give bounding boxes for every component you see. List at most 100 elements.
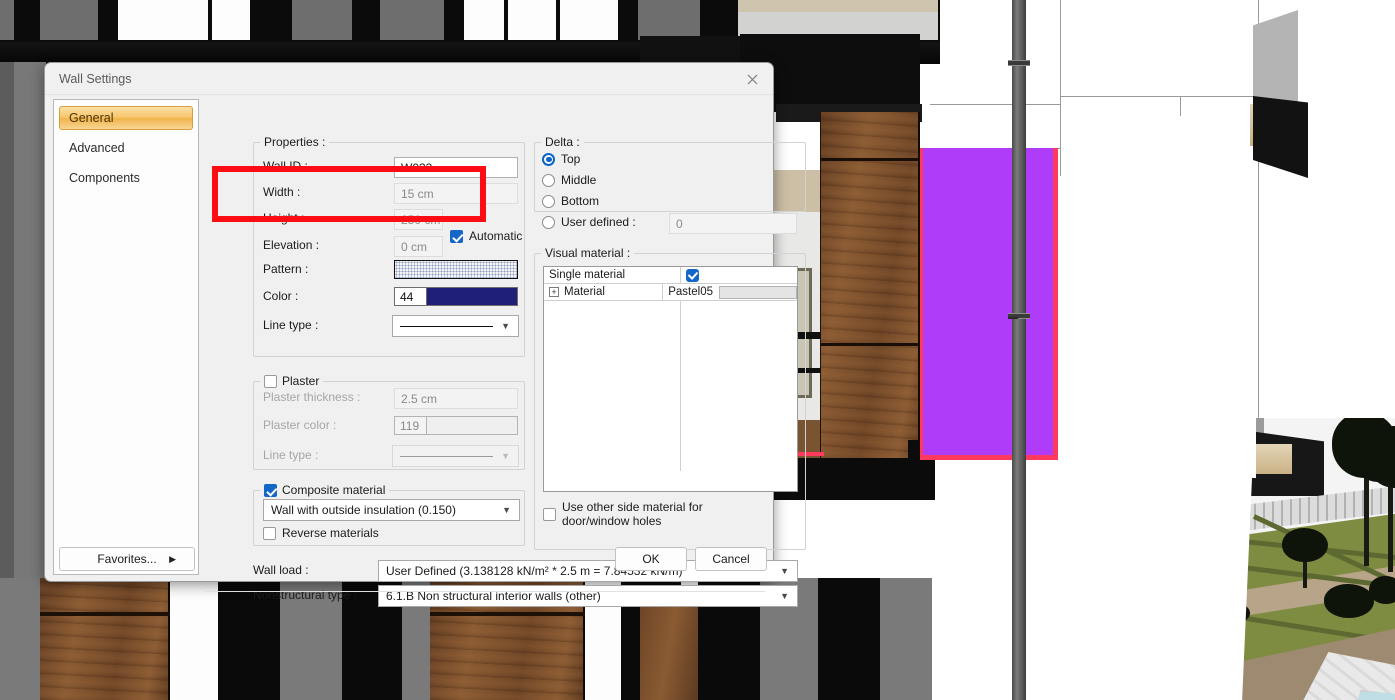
automatic-label: Automatic <box>469 229 523 243</box>
delta-option-top[interactable]: Top <box>542 152 580 166</box>
dimension-tick <box>1008 317 1018 319</box>
height-row: Height : <box>263 211 393 225</box>
structural-post <box>1012 0 1026 700</box>
cabinet-seam <box>820 343 920 346</box>
elevation-row: Elevation : <box>263 238 393 252</box>
table-row[interactable]: Single material <box>544 267 797 284</box>
composite-material-select[interactable]: Wall with outside insulation (0.150) ▼ <box>263 499 520 521</box>
expand-plus-icon[interactable]: + <box>549 287 559 297</box>
cancel-label: Cancel <box>712 552 750 566</box>
selection-outline-left <box>920 148 923 460</box>
sidebar-item-components[interactable]: Components <box>59 166 193 190</box>
height-field: 250 cm <box>394 209 443 230</box>
material-browse-button[interactable] <box>719 285 797 299</box>
plaster-checkbox[interactable] <box>264 374 277 388</box>
plaster-line-type-row: Line type : <box>263 448 393 462</box>
material-value-text: Pastel05 <box>668 286 713 298</box>
ok-button[interactable]: OK <box>615 547 687 571</box>
automatic-checkbox-row[interactable]: Automatic <box>450 229 522 243</box>
material-row-value[interactable]: Pastel05 <box>663 284 797 300</box>
delta-option-middle[interactable]: Middle <box>542 173 596 187</box>
plaster-legend-row[interactable]: Plaster <box>264 374 319 388</box>
cabinet-column <box>820 112 920 472</box>
pattern-row: Pattern : <box>263 262 393 276</box>
footer-divider <box>205 591 765 592</box>
sidebar-item-label: Components <box>69 171 140 185</box>
delta-legend: Delta : <box>545 135 580 149</box>
automatic-checkbox[interactable] <box>450 229 463 243</box>
settings-content: Properties : Wall ID : W033 Width : 15 c… <box>205 99 806 607</box>
dialog-title: Wall Settings <box>59 72 132 86</box>
chevron-down-icon: ▼ <box>780 566 789 576</box>
wall-settings-dialog[interactable]: Wall Settings General Advanced Component… <box>44 62 806 607</box>
line-type-select[interactable]: ▼ <box>392 315 519 337</box>
delta-user-defined-field: 0 <box>669 213 797 234</box>
nonstructural-type-select[interactable]: 6.1.B Non structural interior walls (oth… <box>378 585 798 607</box>
settings-nav-list[interactable]: General Advanced Components <box>53 99 199 575</box>
selection-outline-right <box>1053 148 1058 460</box>
plaster-color-swatch <box>427 417 517 434</box>
other-side-material-checkbox[interactable] <box>543 507 556 521</box>
height-value: 250 cm <box>401 212 441 227</box>
cabinet-seam <box>820 158 920 161</box>
edge-line <box>1060 96 1260 97</box>
material-row-name-cell[interactable]: + Material <box>544 284 664 300</box>
radio-middle[interactable] <box>542 173 555 187</box>
composite-legend-row[interactable]: Composite material <box>264 483 385 497</box>
reverse-materials-label: Reverse materials <box>282 526 379 540</box>
reverse-materials-row[interactable]: Reverse materials <box>263 526 379 540</box>
delta-option-user-defined[interactable]: User defined : <box>542 215 636 229</box>
visual-material-table[interactable]: Single material + Material Pastel05 <box>543 266 798 492</box>
chevron-down-icon: ▼ <box>501 321 510 331</box>
selected-wall-highlight[interactable] <box>920 148 1058 460</box>
close-icon[interactable] <box>737 68 767 90</box>
other-side-material-row[interactable]: Use other side material for door/window … <box>543 500 765 528</box>
radio-bottom[interactable] <box>542 194 555 208</box>
pattern-swatch[interactable] <box>394 260 518 279</box>
delta-option-bottom[interactable]: Bottom <box>542 194 599 208</box>
chevron-down-icon: ▼ <box>502 505 511 515</box>
cabinet-seam <box>430 612 585 616</box>
width-value: 15 cm <box>401 186 434 201</box>
checkbox-chip-icon[interactable] <box>686 268 699 282</box>
radio-user-defined[interactable] <box>542 215 555 229</box>
table-empty-col2 <box>681 301 797 471</box>
width-row: Width : <box>263 185 393 199</box>
wall-occluder <box>1234 418 1256 478</box>
garden-scene <box>1234 418 1395 700</box>
plaster-thickness-field: 2.5 cm <box>394 388 518 409</box>
line-type-row: Line type : <box>263 318 393 332</box>
line-type-label: Line type : <box>263 318 319 332</box>
wall-id-input[interactable]: W033 <box>394 157 518 178</box>
cancel-button[interactable]: Cancel <box>695 547 767 571</box>
table-empty-area <box>544 301 797 471</box>
favorites-label: Favorites... <box>97 552 157 566</box>
elevation-value: 0 cm <box>401 239 428 254</box>
color-label: Color : <box>263 289 299 303</box>
lower-slat <box>880 578 932 700</box>
wall-id-label: Wall ID : <box>263 159 308 173</box>
elevation-label: Elevation : <box>263 238 320 252</box>
sidebar-item-label: General <box>69 111 114 125</box>
sidebar-item-advanced[interactable]: Advanced <box>59 136 193 160</box>
selection-outline-bottom <box>920 455 1058 460</box>
color-picker[interactable]: 44 <box>394 287 518 306</box>
sidebar-item-label: Advanced <box>69 141 125 155</box>
width-label: Width : <box>263 185 301 199</box>
dialog-titlebar[interactable]: Wall Settings <box>45 63 773 95</box>
favorites-button[interactable]: Favorites... ▶ <box>59 547 195 571</box>
color-swatch[interactable] <box>427 288 517 305</box>
delta-user-defined-label: User defined : <box>561 215 636 229</box>
table-row[interactable]: + Material Pastel05 <box>544 284 797 301</box>
properties-legend: Properties : <box>264 135 326 149</box>
composite-material-checkbox[interactable] <box>264 483 277 497</box>
table-empty-col1 <box>544 301 681 471</box>
sidebar-item-general[interactable]: General <box>59 106 193 130</box>
reverse-materials-checkbox[interactable] <box>263 526 276 540</box>
radio-top[interactable] <box>542 152 555 166</box>
plaster-line-type-select: ▼ <box>392 445 519 467</box>
cabinet-seam <box>40 612 170 616</box>
delta-bottom-label: Bottom <box>561 194 600 208</box>
line-preview <box>400 455 494 457</box>
material-row-value[interactable] <box>681 267 797 283</box>
